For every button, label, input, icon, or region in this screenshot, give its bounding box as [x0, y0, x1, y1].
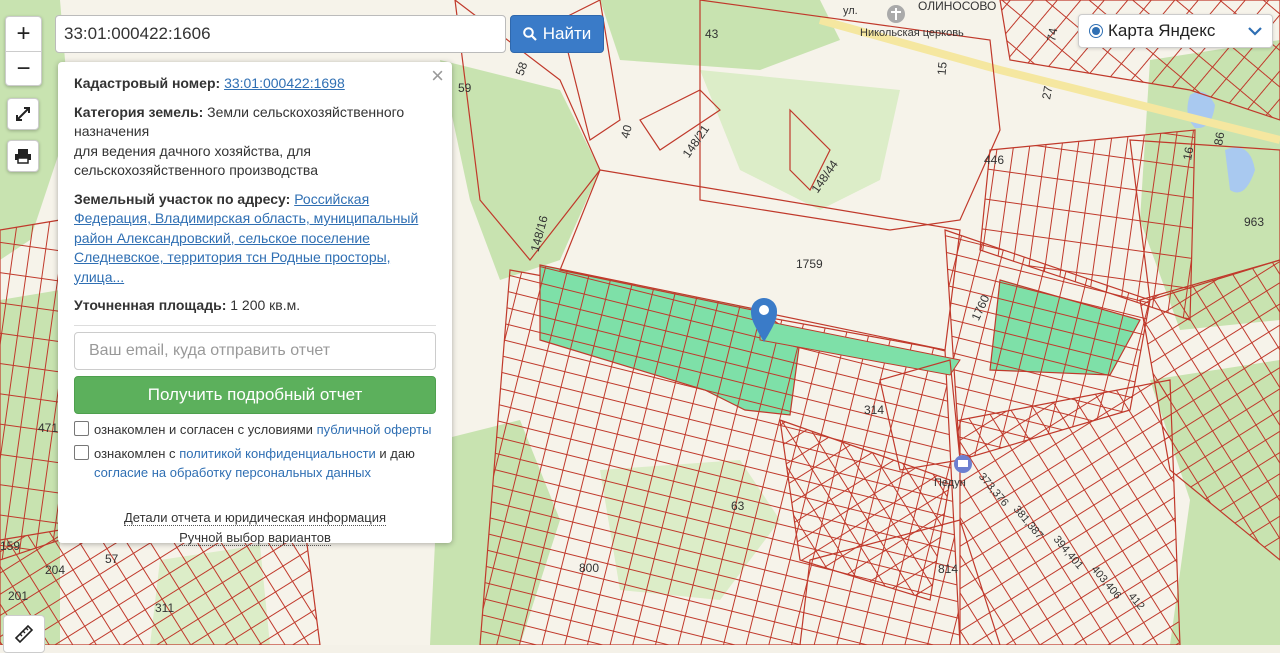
zoom-in-button[interactable]: + [6, 17, 41, 51]
category-label: Категория земель: [74, 103, 204, 120]
area-label: Уточненная площадь: [74, 297, 227, 313]
map-label: 43 [705, 27, 719, 41]
map-label: 800 [579, 561, 599, 575]
address-label: Земельный участок по адресу: [74, 190, 291, 207]
map-label: Педун [934, 477, 966, 489]
parcel-grid [959, 379, 1181, 645]
map-label: 201 [8, 589, 28, 603]
fullscreen-icon [16, 107, 30, 121]
consent-privacy-row: ознакомлен с политикой конфиденциальност… [74, 444, 436, 482]
divider [74, 324, 436, 326]
personal-data-consent-link[interactable]: согласие на обработку персональных данны… [94, 465, 371, 480]
map-label: 63 [731, 499, 745, 513]
privacy-policy-link[interactable]: политикой конфиденциальности [179, 446, 376, 461]
consent-privacy-text-2: и даю [375, 445, 415, 461]
map-label: 1759 [796, 257, 823, 271]
map-label: 446 [984, 153, 1004, 167]
panel-footer-links: Детали отчета и юридическая информация Р… [74, 508, 436, 548]
parcel-info-panel: × Кадастровый номер: 33:01:000422:1698 К… [58, 62, 452, 546]
map-label: 59 [458, 81, 472, 95]
map-label: 57 [105, 552, 119, 566]
map-label: 814 [938, 562, 958, 576]
church-icon[interactable] [887, 5, 905, 23]
map-label: 204 [45, 563, 65, 577]
area-value: 1 200 кв.м. [230, 297, 301, 313]
ruler-icon [14, 624, 34, 644]
map-layer-select[interactable]: Карта Яндекс [1078, 14, 1273, 48]
chevron-down-icon [1248, 23, 1262, 39]
consent-offer-row: ознакомлен и согласен с условиями публич… [74, 420, 436, 439]
map-label: 471 [38, 421, 58, 435]
consent-privacy-text: ознакомлен с [94, 445, 180, 461]
map-label: 311 [155, 601, 174, 615]
map-label: ул. [843, 5, 858, 17]
print-button[interactable] [7, 140, 39, 172]
offer-checkbox[interactable] [74, 420, 89, 436]
ruler-button[interactable] [3, 615, 45, 653]
printer-icon [15, 149, 31, 164]
map-label: Никольская церковь [860, 27, 964, 39]
cadastral-number-link[interactable]: 33:01:000422:1698 [224, 75, 345, 91]
map-label: 963 [1244, 215, 1264, 229]
map-layer-label: Карта Яндекс [1108, 21, 1216, 40]
consent-offer-text: ознакомлен и согласен с условиями [94, 421, 317, 437]
get-report-button[interactable]: Получить подробный отчет [74, 375, 436, 414]
map-label: 15 [935, 61, 950, 76]
map-label: 74 [1044, 27, 1060, 43]
search-input[interactable] [55, 15, 506, 53]
zoom-out-button[interactable]: − [6, 51, 41, 86]
bus-stop-icon[interactable] [954, 455, 972, 473]
cadastral-label: Кадастровый номер: [74, 75, 221, 91]
parcel-grid [0, 219, 61, 561]
use-value: для ведения дачного хозяйства, для сельс… [74, 142, 318, 179]
public-offer-link[interactable]: публичной оферты [317, 422, 432, 437]
radio-selected-icon [1089, 24, 1103, 38]
zoom-control: + − [5, 16, 42, 86]
email-field[interactable] [74, 331, 436, 370]
search-button[interactable]: Найти [510, 15, 604, 53]
close-icon[interactable]: × [431, 65, 444, 86]
map-label: ОЛИНОСОВО [918, 0, 996, 13]
manual-selection-link[interactable]: Ручной выбор вариантов [179, 529, 331, 546]
fullscreen-button[interactable] [7, 98, 39, 130]
map-label: 16 [1180, 145, 1196, 161]
map-label: 314 [864, 403, 884, 417]
privacy-checkbox[interactable] [74, 444, 89, 460]
map-label: 159 [0, 539, 20, 553]
report-details-link[interactable]: Детали отчета и юридическая информация [123, 509, 387, 526]
map-label: 86 [1211, 131, 1227, 147]
search-button-label: Найти [542, 24, 592, 43]
search-icon [522, 27, 537, 41]
map-label: 27 [1039, 85, 1055, 101]
